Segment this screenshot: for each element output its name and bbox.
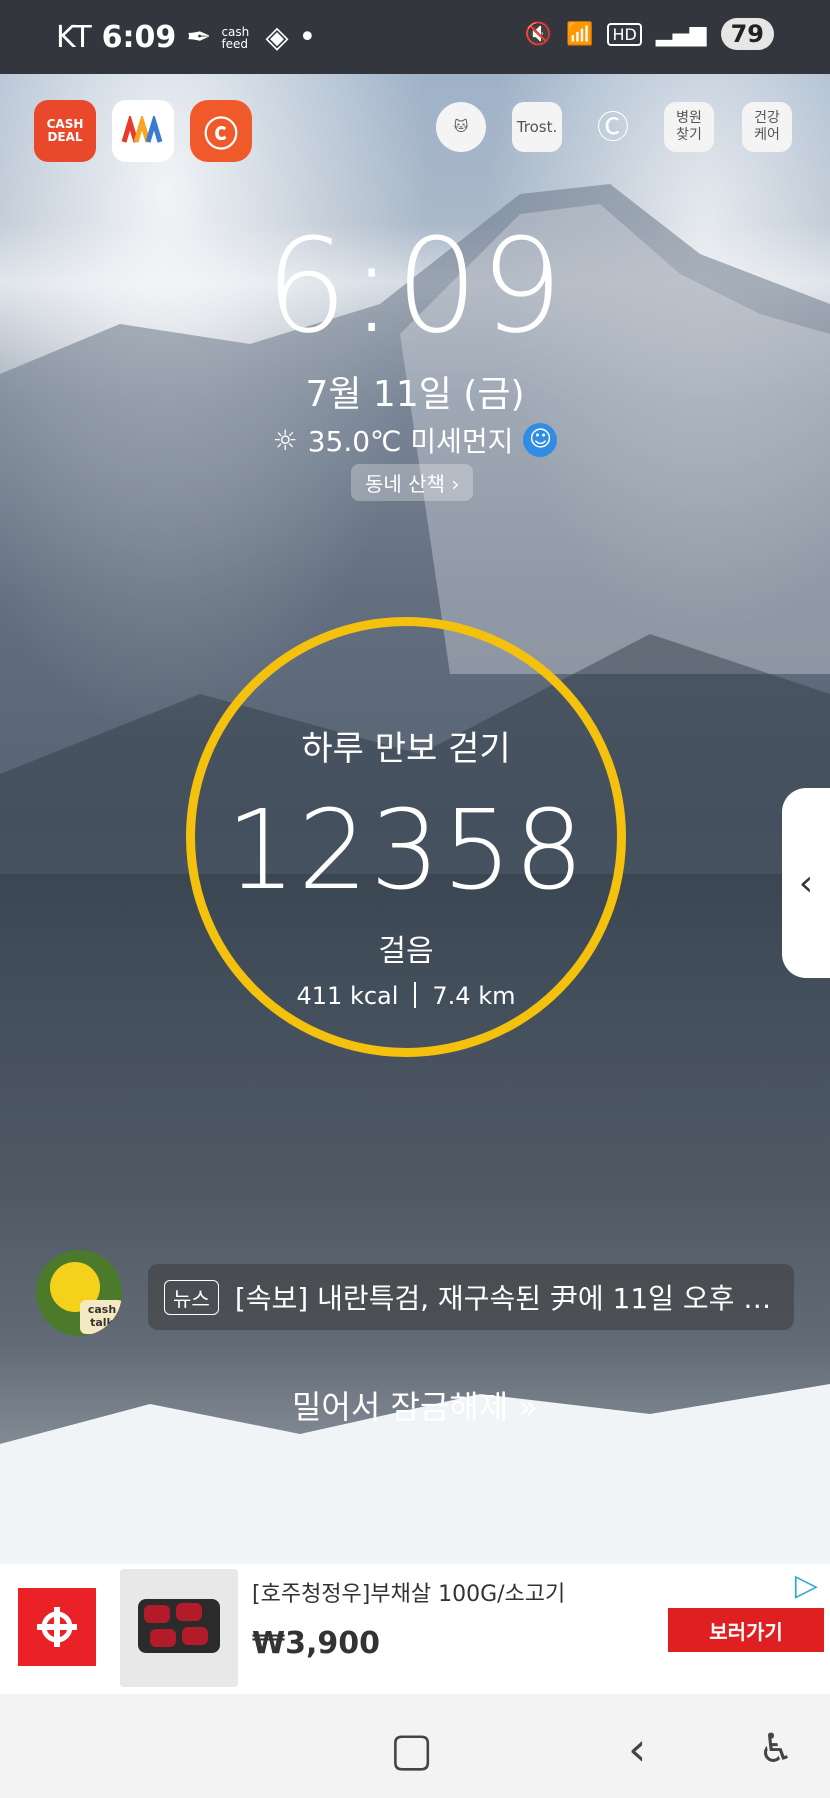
step-count: 12358: [226, 786, 586, 914]
adchoices-icon[interactable]: ▷: [795, 1568, 818, 1603]
cashdeal-app-icon[interactable]: CASH DEAL: [34, 100, 96, 162]
ad-banner[interactable]: [호주청정우]부채살 100G/소고기 ₩3,900 보러가기 ▷: [0, 1564, 830, 1694]
navigation-bar: ▢ ‹ ♿: [0, 1694, 830, 1798]
cat-app-icon[interactable]: 🐱: [436, 102, 486, 152]
weather-row: ☼ 35.0℃ 미세먼지 ☺: [0, 420, 830, 460]
m-app-icon[interactable]: [112, 100, 174, 162]
cat-face-icon: 🐱: [453, 118, 469, 135]
ad-title: [호주청정우]부채살 100G/소고기: [252, 1582, 566, 1607]
weather-text: 35.0℃ 미세먼지: [307, 425, 514, 458]
news-ticker[interactable]: 뉴스 [속보] 내란특검, 재구속된 尹에 11일 오후 2...: [148, 1264, 794, 1330]
distance-value: 7.4 km: [432, 982, 516, 1010]
trost-app-icon[interactable]: Trost.: [512, 102, 562, 152]
health-app-icon[interactable]: 건강 케어: [742, 102, 792, 152]
bell-c-icon: Ⓒ: [596, 107, 629, 146]
c-bell-app-icon[interactable]: Ⓒ: [588, 102, 638, 152]
hospital-label: 병원 찾기: [676, 110, 702, 143]
feather-icon: ✒: [186, 20, 212, 55]
hospital-app-icon[interactable]: 병원 찾기: [664, 102, 714, 152]
kcal-value: 411 kcal: [296, 982, 399, 1010]
chevron-left-icon: ‹: [798, 862, 814, 904]
news-headline: [속보] 내란특검, 재구속된 尹에 11일 오후 2...: [234, 1282, 775, 1315]
hd-icon: HD: [607, 22, 642, 46]
paw-icon: ⓒ: [204, 114, 238, 155]
mute-icon: 🔇: [524, 21, 553, 47]
trost-label: Trost.: [516, 117, 558, 136]
stats-divider: [414, 982, 417, 1008]
accessibility-icon[interactable]: ♿: [758, 1726, 794, 1772]
cashtalk-badge: cash talk: [80, 1300, 122, 1334]
status-bar: KT 6:09 ✒ cash feed ◈ • 🔇 📶 HD ▂▄▆ 79: [0, 0, 830, 74]
ad-cta-button[interactable]: 보러가기: [668, 1608, 824, 1652]
wifi-icon: 📶: [566, 21, 594, 47]
beef-tray-icon: [138, 1599, 220, 1653]
chevron-right-icon: ›: [451, 472, 460, 496]
double-chevron-icon: »: [518, 1388, 538, 1426]
lock-date: 7월 11일 (금): [305, 374, 525, 415]
swipe-unlock[interactable]: 밀어서 잠금해제 »: [0, 1382, 830, 1428]
battery-indicator: 79: [720, 18, 774, 50]
gem-icon: ◈: [265, 20, 289, 55]
signal-icon: ▂▄▆: [655, 21, 707, 47]
pedometer-widget[interactable]: 하루 만보 걷기 12358 걸음 411 kcal 7.4 km: [186, 617, 626, 1057]
cashtalk-avatar[interactable]: cash talk: [36, 1250, 122, 1336]
edge-panel-handle[interactable]: ‹: [782, 788, 830, 978]
cashdeal-label: CASH DEAL: [46, 117, 84, 144]
paw-c-app-icon[interactable]: ⓒ: [190, 100, 252, 162]
pedometer-title: 하루 만보 걷기: [301, 729, 511, 769]
brand-cross-icon: [37, 1607, 77, 1647]
dot-icon: •: [298, 20, 317, 55]
walk-button[interactable]: 동네 산책 ›: [351, 464, 474, 501]
wave-logo-icon: [121, 116, 163, 143]
walk-button-label: 동네 산책: [365, 472, 445, 496]
back-button-icon[interactable]: ‹: [628, 1722, 646, 1776]
smiley-icon: ☺: [523, 423, 558, 457]
pedometer-stats: 411 kcal 7.4 km: [195, 982, 617, 1010]
cashfeed-icon: cash feed: [221, 24, 250, 51]
status-time: 6:09: [101, 20, 177, 55]
home-button-icon[interactable]: ▢: [390, 1722, 433, 1776]
news-tag: 뉴스: [164, 1279, 219, 1315]
carrier-label: KT: [56, 20, 92, 55]
sun-icon: ☼: [272, 423, 298, 457]
health-label: 건강 케어: [754, 110, 780, 143]
ad-price: ₩3,900: [252, 1626, 380, 1661]
step-unit: 걸음: [378, 934, 434, 969]
ad-product-image: [120, 1569, 238, 1687]
lock-clock: 6:09: [265, 210, 565, 362]
ad-brand-logo: [18, 1588, 96, 1666]
unlock-label: 밀어서 잠금해제: [291, 1388, 509, 1426]
